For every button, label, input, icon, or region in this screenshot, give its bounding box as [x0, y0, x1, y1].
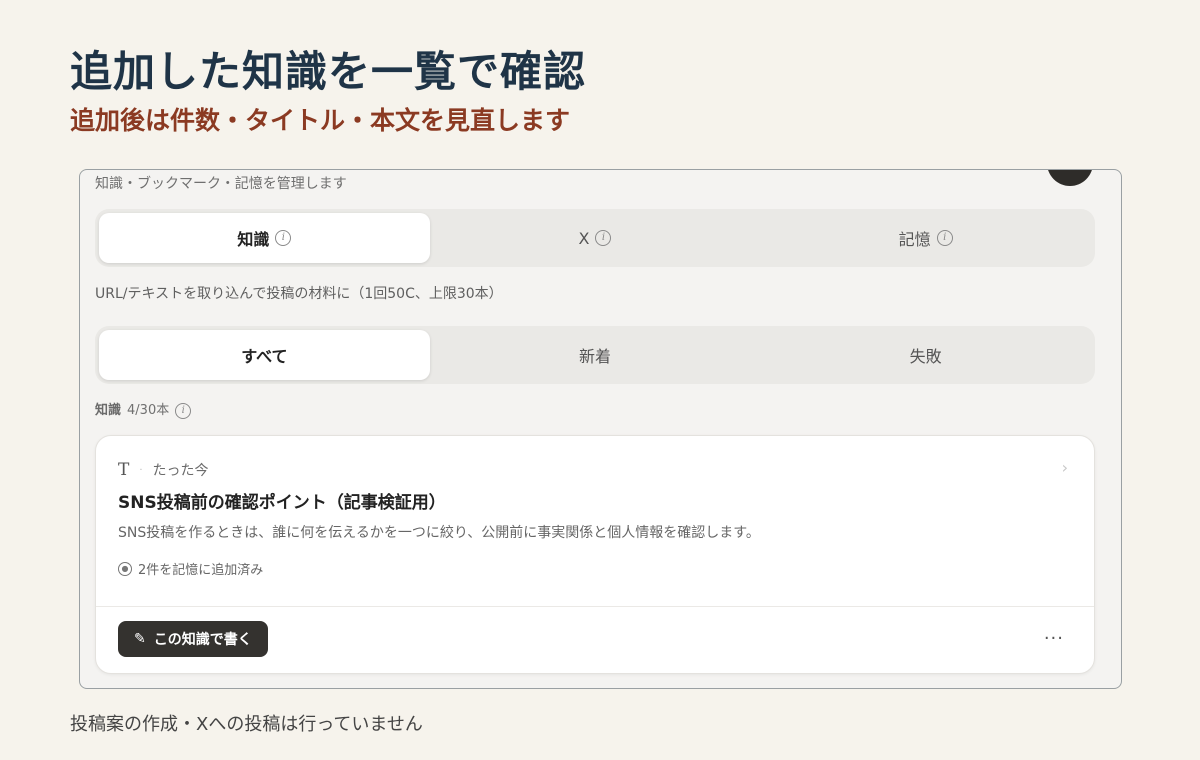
filter-new[interactable]: 新着	[430, 330, 761, 380]
count-label: 知識	[95, 403, 122, 418]
text-type-icon: T	[118, 460, 130, 480]
memory-status: ● 2件を記憶に追加済み	[118, 559, 263, 578]
knowledge-card[interactable]: T · たった今 › SNS投稿前の確認ポイント（記事検証用） SNS投稿を作る…	[95, 435, 1095, 674]
import-description: URL/テキストを取り込んで投稿の材料に（1回50C、上限30本）	[95, 286, 503, 302]
info-icon[interactable]: i	[275, 230, 292, 246]
filter-failed[interactable]: 失敗	[760, 330, 1091, 380]
write-with-knowledge-button[interactable]: ✎ この知識で書く	[118, 621, 268, 657]
card-meta: T · たった今	[118, 460, 209, 480]
card-divider	[96, 606, 1094, 607]
tab-x-label: X	[578, 228, 590, 248]
tab-x[interactable]: X i	[430, 213, 761, 263]
filter-all[interactable]: すべて	[99, 330, 430, 380]
more-options-icon[interactable]: ···	[1044, 628, 1064, 649]
tab-knowledge-label: 知識	[237, 230, 270, 249]
tab-bar: 知識 i X i 記憶 i	[95, 209, 1095, 267]
info-icon[interactable]: i	[595, 230, 612, 246]
card-body: SNS投稿を作るときは、誰に何を伝えるかを一つに絞り、公開前に事実関係と個人情報…	[118, 525, 760, 541]
knowledge-count: 知識 4/30本 i	[95, 401, 192, 421]
app-screenshot: 知識・ブックマーク・記憶を管理します 知識 i X i 記憶 i URL/テキス…	[79, 169, 1122, 689]
write-button-label: この知識で書く	[153, 632, 252, 648]
tab-memory-label: 記憶	[898, 230, 931, 249]
filter-bar: すべて 新着 失敗	[95, 326, 1095, 384]
chevron-right-icon[interactable]: ›	[1062, 458, 1068, 477]
info-icon[interactable]: i	[175, 403, 192, 419]
slide-subtitle: 追加後は件数・タイトル・本文を見直します	[70, 106, 571, 135]
tab-memory[interactable]: 記憶 i	[760, 213, 1091, 263]
info-icon[interactable]: i	[936, 230, 953, 246]
footer-note: 投稿案の作成・Xへの投稿は行っていません	[70, 714, 423, 735]
card-time: たった今	[152, 463, 209, 479]
tab-knowledge[interactable]: 知識 i	[99, 213, 430, 263]
memory-icon: ●	[118, 561, 132, 576]
manage-description: 知識・ブックマーク・記憶を管理します	[95, 176, 347, 192]
count-value: 4/30本	[127, 403, 170, 418]
pencil-icon: ✎	[134, 631, 146, 647]
card-title: SNS投稿前の確認ポイント（記事検証用）	[118, 493, 446, 513]
close-button[interactable]	[1047, 170, 1093, 186]
slide: 追加した知識を一覧で確認 追加後は件数・タイトル・本文を見直します 知識・ブック…	[0, 0, 1200, 760]
slide-title: 追加した知識を一覧で確認	[70, 47, 587, 96]
separator-dot: ·	[139, 464, 143, 476]
memory-status-text: 2件を記憶に追加済み	[138, 563, 264, 578]
